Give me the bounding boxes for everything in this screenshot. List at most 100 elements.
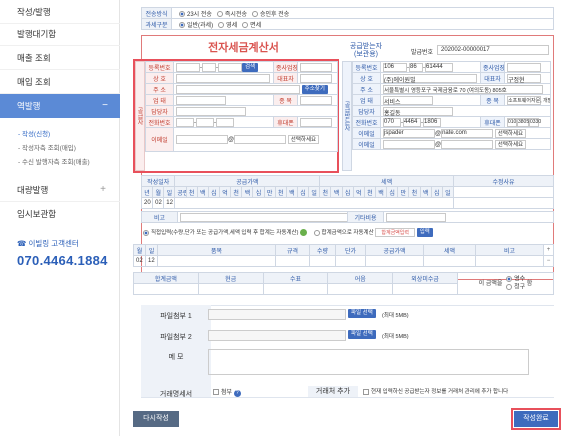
note-input[interactable] [180, 212, 347, 222]
buyer-email-select[interactable]: 선택하세요 [494, 128, 527, 138]
tax-radio-exempt[interactable] [242, 21, 249, 28]
supplier-ceo-input[interactable] [300, 73, 332, 83]
mode-sum-radio[interactable] [313, 229, 320, 236]
buyer-ceo-input[interactable]: 구정현 [507, 73, 541, 83]
buyer-sub-input[interactable] [507, 62, 541, 72]
supplier-email-domain[interactable] [234, 135, 287, 144]
sidebar-sub-buy-query[interactable]: - 작성자측 조회(매입) [18, 142, 76, 152]
memo-textarea[interactable] [208, 349, 529, 375]
mode-direct-radio[interactable] [143, 229, 149, 236]
claim-radio[interactable] [506, 283, 513, 290]
item-remark[interactable] [475, 255, 544, 267]
supplier-phone-1[interactable] [176, 117, 194, 127]
reset-button[interactable]: 다시작성 [133, 411, 179, 427]
method-radio-now[interactable] [216, 10, 223, 17]
supplier-email-select[interactable]: 선택하세요 [287, 135, 320, 144]
buyer-email2-user[interactable] [383, 139, 435, 149]
supplier-email-user[interactable] [176, 135, 228, 144]
supplier-ceo-label: 대표자 [273, 72, 298, 84]
item-name[interactable] [157, 255, 276, 267]
buyer-email2-select[interactable]: 선택하세요 [494, 139, 527, 149]
supplier-mobile-label: 휴대폰 [273, 116, 298, 128]
item-supply[interactable] [365, 255, 424, 267]
buyer-email2-domain[interactable] [441, 139, 494, 149]
headset-icon: ☎ [17, 239, 27, 248]
sidebar-item-temp[interactable]: 임시보관함 [0, 202, 120, 226]
item-day[interactable]: 12 [145, 255, 158, 267]
buyer-item-label: 종 목 [480, 94, 505, 106]
supplier-reg-1[interactable] [176, 62, 200, 72]
sidebar-item-label: 대량발행 [17, 185, 49, 195]
sidebar-sub-sell-query[interactable]: - 수신 발행자측 조회(매출) [18, 156, 90, 166]
other-cost-input[interactable] [386, 212, 446, 222]
supplier-mobile-input[interactable] [300, 117, 332, 127]
buyer-email-domain[interactable]: nate.com [441, 128, 494, 138]
buyer-company-input[interactable]: (주)에이원빌 [383, 73, 477, 83]
supplier-address-input[interactable] [176, 84, 300, 94]
method-radio-approve[interactable] [252, 10, 258, 17]
partner-checkbox[interactable] [363, 388, 369, 395]
file2-input[interactable] [208, 330, 346, 341]
supplier-phone-2[interactable] [196, 117, 214, 127]
supplier-search-button[interactable]: 검색 [242, 62, 259, 72]
sidebar-item-sales[interactable]: 매출 조회 [0, 46, 120, 70]
submit-button[interactable]: 작성완료 [514, 411, 558, 427]
buyer-mobile-1[interactable]: 010 [507, 117, 517, 127]
sum-cash-label: 현금 [197, 272, 264, 284]
buyer-email-user[interactable]: jspader [383, 128, 435, 138]
help-icon[interactable]: ? [233, 390, 241, 397]
note-label: 비고 [141, 211, 178, 223]
grid-col-header: 천 [319, 186, 332, 198]
buyer-reg-2[interactable]: 86 [409, 62, 423, 72]
sum-total-label: 합계금액 [133, 272, 199, 284]
file1-limit: (최대 5MB) [382, 313, 409, 319]
item-month[interactable]: 02 [133, 255, 146, 267]
sidebar-sub-write[interactable]: - 작성(신청) [18, 128, 50, 138]
buyer-item-input[interactable]: 소프트웨어자문, 개발및공급 [507, 95, 550, 105]
sidebar-item-pending[interactable]: 발행대기함 [0, 22, 120, 46]
buyer-mobile-3[interactable]: 0330 [529, 117, 541, 127]
receipt-radio[interactable] [506, 275, 513, 282]
sidebar-item-bulk[interactable]: 대량발행 + [0, 178, 120, 202]
method-radio-23[interactable] [179, 10, 185, 17]
item-spec[interactable] [275, 255, 310, 267]
supplier-manager-input[interactable] [176, 106, 246, 116]
buyer-manager-input[interactable]: 홍길동 [383, 106, 453, 116]
supplier-reg-3[interactable] [218, 62, 242, 72]
buyer-phone-2[interactable]: 4464 [403, 117, 421, 127]
supplier-business-input[interactable] [176, 95, 226, 105]
sum-credit-value [392, 283, 458, 295]
buyer-mobile-2[interactable]: 3805 [517, 117, 529, 127]
file1-select-button[interactable]: 파일 선택 [348, 309, 376, 318]
sidebar-item-reverse[interactable]: 역발행 − [0, 94, 120, 118]
tax-radio-zero[interactable] [218, 21, 225, 28]
buyer-phone-3[interactable]: 1806 [423, 117, 441, 127]
sidebar-item-issue[interactable]: 작성/발행 [0, 0, 120, 24]
buyer-reg-3[interactable]: 61444 [425, 62, 453, 72]
sum-input[interactable]: 합계금액입력 [375, 228, 416, 238]
buyer-reg-1[interactable]: 106 [383, 62, 407, 72]
deal-doc-checkbox[interactable] [213, 389, 219, 396]
supplier-item-input[interactable] [300, 95, 332, 105]
buyer-phone-1[interactable]: 070 [383, 117, 401, 127]
remove-row-icon[interactable]: − [543, 255, 554, 267]
item-tax[interactable] [423, 255, 476, 267]
sum-enter-button[interactable]: 입력 [416, 228, 433, 238]
buyer-email2-label: 이메일 [352, 138, 381, 150]
file2-select-button[interactable]: 파일 선택 [348, 330, 376, 339]
add-row-icon[interactable]: + [543, 244, 554, 256]
supplier-sub-input[interactable] [300, 62, 332, 72]
address-search-button[interactable]: 주소찾기 [301, 84, 328, 94]
tax-radio-normal[interactable] [179, 21, 185, 28]
sidebar-item-purchase[interactable]: 매입 조회 [0, 70, 120, 94]
item-price[interactable] [335, 255, 366, 267]
supplier-phone-3[interactable] [216, 117, 234, 127]
buyer-business-input[interactable]: 서비스 [383, 95, 433, 105]
supplier-reg-2[interactable] [202, 62, 216, 72]
sidebar: 작성/발행 발행대기함 매출 조회 매입 조회 역발행 − - 작성(신청) - … [0, 0, 120, 436]
buyer-address-input[interactable]: 서울특별시 영등포구 국제금융로 70 (여의도동) 805호 [383, 84, 543, 94]
supplier-company-input[interactable] [176, 73, 270, 83]
file1-input[interactable] [208, 309, 346, 320]
mode-sum-text: 합계금액으로 자동계산 [321, 230, 374, 236]
item-qty[interactable] [309, 255, 336, 267]
